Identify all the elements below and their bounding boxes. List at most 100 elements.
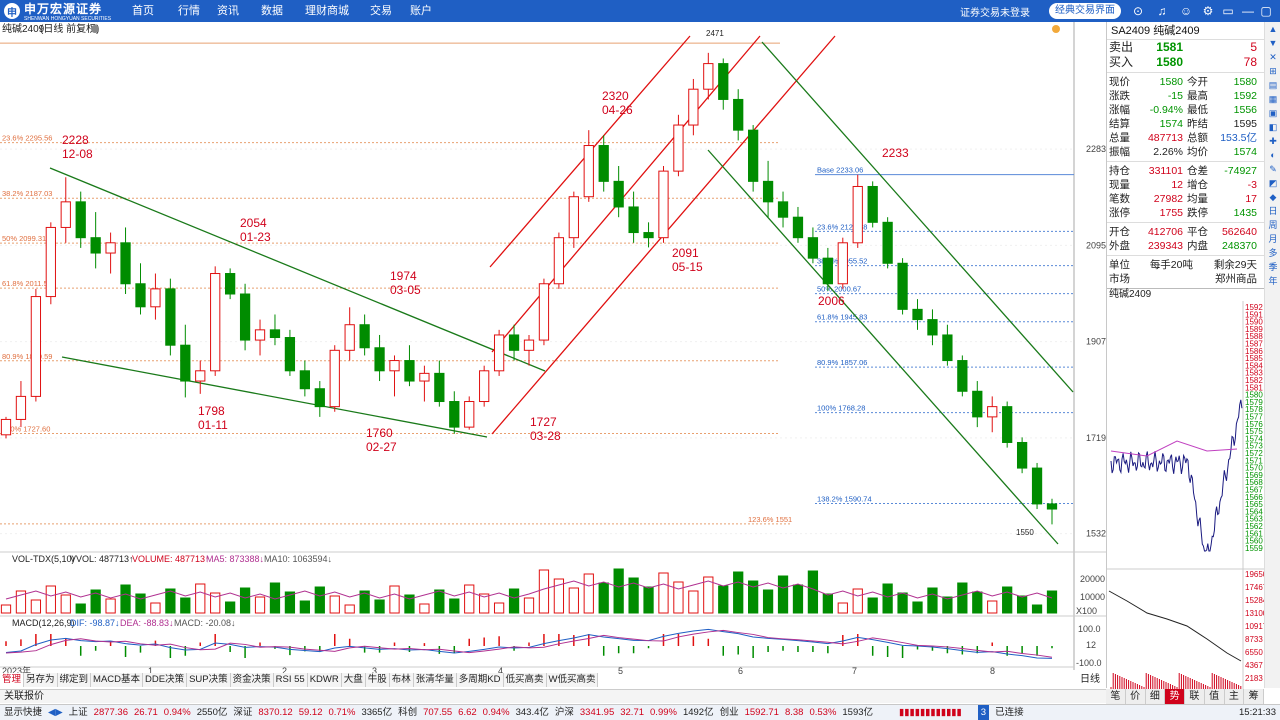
quote-tab[interactable]: 势: [1165, 689, 1185, 705]
arrows-icon[interactable]: ◀▶: [48, 705, 63, 720]
fib-label-left: 50% 2099.31: [2, 234, 46, 243]
nav-wealth[interactable]: 理财商城: [300, 0, 360, 22]
toolbar-icon[interactable]: ✚: [1265, 134, 1280, 148]
toolbar-icon[interactable]: ▤: [1265, 78, 1280, 92]
brand-logo[interactable]: 申 申万宏源证券 SHENWAN HONGYUAN SECURITIES: [4, 2, 111, 22]
toolbar-icon[interactable]: 日: [1265, 204, 1280, 218]
index-cy-label[interactable]: 创业: [720, 705, 739, 720]
volume-tick-20000: 20000: [1080, 574, 1105, 584]
toolbar-icon[interactable]: 季: [1265, 260, 1280, 274]
volume-bar: [777, 575, 789, 614]
nav-trade[interactable]: 交易: [360, 0, 400, 22]
quote-tab[interactable]: 笔: [1106, 689, 1126, 705]
classic-trade-button[interactable]: 经典交易界面: [1049, 3, 1121, 19]
nav-home[interactable]: 首页: [122, 0, 160, 22]
tab-dde[interactable]: DDE决策: [143, 673, 188, 687]
maximize-icon[interactable]: ▢: [1258, 3, 1274, 19]
price-annotation: 1760: [366, 426, 393, 440]
connection-status[interactable]: 已连接: [995, 705, 1024, 720]
quote-tab[interactable]: 筹: [1244, 689, 1264, 705]
nav-account[interactable]: 账户: [400, 0, 440, 22]
toolbar-icon[interactable]: ◧: [1265, 120, 1280, 134]
quick-display[interactable]: 显示快捷: [4, 705, 42, 720]
volume-bar: [523, 597, 535, 614]
index-kc-label[interactable]: 科创: [398, 705, 417, 720]
quote-tab[interactable]: 值: [1205, 689, 1225, 705]
toolbar-icon[interactable]: ✎: [1265, 162, 1280, 176]
settings-icon[interactable]: ⚙: [1200, 3, 1216, 19]
mini-vol-tick: 19650: [1245, 570, 1264, 579]
candle: [0, 416, 12, 439]
index-sz-label[interactable]: 深证: [233, 705, 252, 720]
chart-pin-icon[interactable]: [1052, 25, 1060, 33]
tab-lowbuy[interactable]: 低买高卖: [503, 673, 547, 687]
login-status[interactable]: 证券交易未登录: [960, 4, 1030, 19]
chart-close-icon[interactable]: [91, 25, 99, 33]
tab-manage[interactable]: 管理: [0, 673, 25, 687]
toolbar-icon[interactable]: ✕: [1265, 50, 1280, 64]
toolbar-icon[interactable]: ◐: [1265, 148, 1280, 162]
toolbar-icon[interactable]: ▼: [1265, 36, 1280, 50]
logo-mark-icon: 申: [4, 3, 20, 19]
related-quote-label[interactable]: 关联报价: [4, 691, 44, 702]
tab-rsi[interactable]: RSI 55: [273, 673, 308, 687]
quote-tab[interactable]: 细: [1146, 689, 1166, 705]
toolbar-icon[interactable]: ◆: [1265, 190, 1280, 204]
nav-quotes[interactable]: 行情: [168, 0, 212, 22]
quote-tab[interactable]: 主: [1225, 689, 1245, 705]
service-icon[interactable]: ⊙: [1130, 3, 1146, 19]
kline-chart-area[interactable]: 纯碱2409 (日线 前复权) 23.6% 2295.56 38.2% 2187.…: [0, 22, 1106, 688]
tab-boll[interactable]: 布林: [389, 673, 414, 687]
quote-tab[interactable]: 价: [1126, 689, 1146, 705]
toolbar-icon[interactable]: 年: [1265, 274, 1280, 288]
stat-label: 涨幅: [1109, 104, 1130, 116]
tab-sup[interactable]: SUP决策: [187, 673, 231, 687]
volume-bar: [1002, 586, 1013, 614]
toolbar-icon[interactable]: ▣: [1265, 106, 1280, 120]
toolbar-icon[interactable]: 月: [1265, 232, 1280, 246]
volume-bar: [30, 599, 42, 614]
toolbar-icon[interactable]: ⊞: [1265, 64, 1280, 78]
toolbar-icon[interactable]: ▦: [1265, 92, 1280, 106]
nav-news[interactable]: 资讯: [212, 0, 256, 22]
toolbar-icon[interactable]: ▲: [1265, 22, 1280, 36]
mini-price-tick: 1559: [1245, 544, 1263, 553]
tab-bind[interactable]: 绑定到: [57, 673, 92, 687]
nav-data[interactable]: 数据: [256, 0, 300, 22]
minimize-icon[interactable]: —: [1240, 3, 1256, 19]
tab-multikd[interactable]: 多周期KD: [456, 673, 504, 687]
index-hs-label[interactable]: 沪深: [555, 705, 574, 720]
toolbar-icon[interactable]: 周: [1265, 218, 1280, 232]
tab-wlowbuy[interactable]: W低买高卖: [546, 673, 599, 687]
buy-price[interactable]: 1580: [1133, 55, 1183, 70]
toolbar-icon[interactable]: ◩: [1265, 176, 1280, 190]
tab-kdwr[interactable]: KDWR: [307, 673, 342, 687]
intraday-mini-chart[interactable]: 1592159115901589158815871586158515841583…: [1107, 301, 1264, 693]
date-annotation: 04-26: [602, 103, 633, 117]
candle: [748, 125, 759, 192]
index-sh-label[interactable]: 上证: [69, 705, 88, 720]
sell-price[interactable]: 1581: [1133, 40, 1183, 55]
tab-bull[interactable]: 牛股: [365, 673, 390, 687]
quote-tab[interactable]: 联: [1185, 689, 1205, 705]
period-label[interactable]: 日线: [1074, 673, 1106, 687]
mini-vol-tick: 13100: [1245, 609, 1264, 618]
kline-svg[interactable]: 纯碱2409 (日线 前复权) 23.6% 2295.56 38.2% 2187.…: [0, 22, 1106, 688]
tab-macd-basic[interactable]: MACD基本: [91, 673, 144, 687]
candle: [45, 222, 56, 305]
tab-zqh[interactable]: 张清华量: [413, 673, 457, 687]
index-hs-change: 32.71: [620, 707, 645, 718]
toolbar-icon[interactable]: 多: [1265, 246, 1280, 260]
related-quote-bar[interactable]: 关联报价: [0, 689, 1106, 703]
restore-icon[interactable]: ▭: [1220, 3, 1236, 19]
volume-vvol-value: VVOL: 487713↑: [70, 554, 134, 564]
volume-bar: [807, 570, 819, 614]
user-icon[interactable]: ☺: [1178, 3, 1194, 19]
stat-label: 开仓: [1109, 226, 1130, 238]
index-sz-change: 59.12: [298, 707, 323, 718]
headset-icon[interactable]: ♫: [1154, 3, 1170, 19]
tab-market[interactable]: 大盘: [341, 673, 366, 687]
tab-fund[interactable]: 资金决策: [230, 673, 274, 687]
tab-save-as[interactable]: 另存为: [24, 673, 58, 687]
mini-vol-tick: 15284: [1245, 596, 1264, 605]
